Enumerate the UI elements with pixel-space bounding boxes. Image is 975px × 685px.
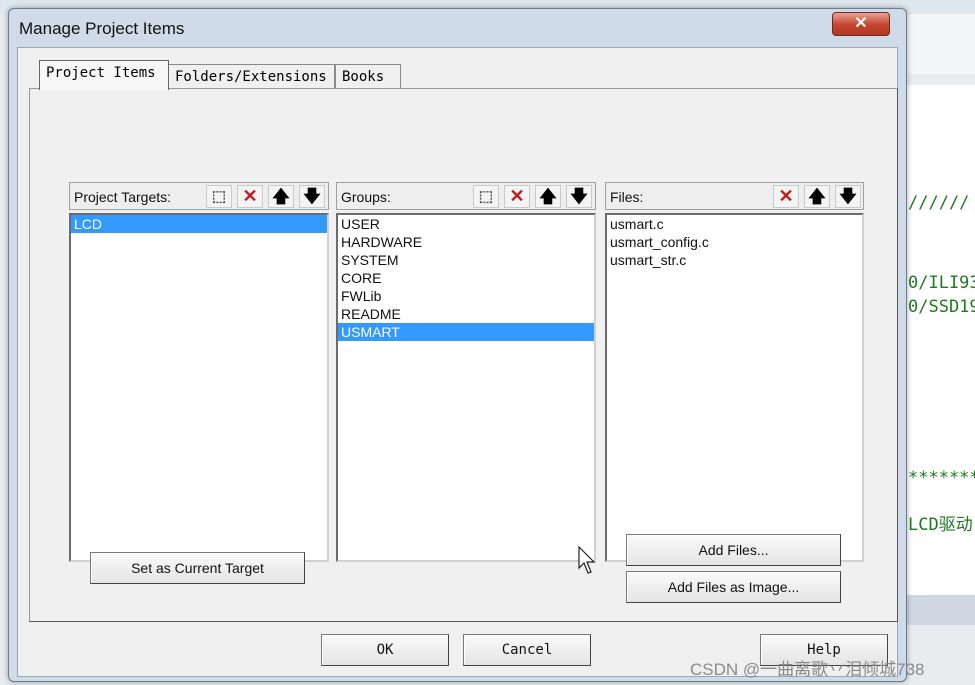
mouse-cursor-icon (578, 546, 596, 574)
files-list[interactable]: usmart.c usmart_config.c usmart_str.c (605, 213, 864, 562)
move-up-icon: 🡅 (272, 187, 290, 206)
code-line: ////// (908, 193, 970, 213)
groups-label: Groups: (341, 189, 391, 205)
new-target-button[interactable]: ⬚ (206, 185, 232, 208)
delete-group-button[interactable]: ✕ (504, 185, 530, 208)
project-targets-header: Project Targets: ⬚ ✕ 🡅 🡇 (69, 182, 329, 210)
tab-panel: Project Targets: ⬚ ✕ 🡅 🡇 LCD Groups: ⬚ ✕… (29, 88, 898, 622)
new-item-icon: ⬚ (211, 188, 227, 205)
watermark: CSDN @一曲离歌丷泪倾城738 (690, 660, 925, 679)
groups-header: Groups: ⬚ ✕ 🡅 🡇 (336, 182, 596, 210)
dialog-client-area: Project Items Folders/Extensions Books P… (17, 47, 898, 677)
delete-icon: ✕ (509, 186, 525, 206)
files-label: Files: (610, 189, 644, 205)
new-group-button[interactable]: ⬚ (473, 185, 499, 208)
tab-project-items[interactable]: Project Items (39, 60, 169, 90)
list-item[interactable]: USER (338, 215, 594, 233)
list-item[interactable]: usmart.c (607, 215, 862, 233)
move-up-icon: 🡅 (539, 187, 557, 206)
code-line: ******* (908, 468, 975, 488)
background-panel (905, 14, 975, 74)
tab-books[interactable]: Books (335, 64, 401, 88)
list-item[interactable]: USMART (338, 323, 594, 341)
ok-button[interactable]: OK (321, 634, 449, 666)
close-icon: ✕ (854, 15, 868, 32)
move-up-icon: 🡅 (808, 187, 826, 206)
list-item[interactable]: SYSTEM (338, 251, 594, 269)
project-targets-label: Project Targets: (74, 189, 172, 205)
move-group-up-button[interactable]: 🡅 (535, 185, 561, 208)
add-files-as-image-button[interactable]: Add Files as Image... (626, 571, 841, 603)
files-header: Files: ✕ 🡅 🡇 (605, 182, 864, 210)
move-target-down-button[interactable]: 🡇 (299, 185, 325, 208)
move-group-down-button[interactable]: 🡇 (566, 185, 592, 208)
move-down-icon: 🡇 (839, 187, 857, 206)
tab-folders-extensions[interactable]: Folders/Extensions (168, 64, 335, 88)
delete-target-button[interactable]: ✕ (237, 185, 263, 208)
delete-file-button[interactable]: ✕ (773, 185, 799, 208)
cancel-button[interactable]: Cancel (463, 634, 591, 666)
project-targets-list[interactable]: LCD (69, 213, 329, 562)
list-item[interactable]: HARDWARE (338, 233, 594, 251)
list-item[interactable]: LCD (71, 215, 327, 233)
dialog-title: Manage Project Items (19, 19, 185, 38)
groups-list[interactable]: USER HARDWARE SYSTEM CORE FWLib README U… (336, 213, 596, 562)
list-item[interactable]: CORE (338, 269, 594, 287)
manage-project-items-dialog: Manage Project Items ✕ Project Items Fol… (8, 8, 907, 682)
close-button[interactable]: ✕ (832, 12, 890, 36)
list-item[interactable]: usmart_config.c (607, 233, 862, 251)
move-file-up-button[interactable]: 🡅 (804, 185, 830, 208)
code-line: LCD驱动 (908, 515, 973, 535)
list-item[interactable]: FWLib (338, 287, 594, 305)
delete-icon: ✕ (242, 186, 258, 206)
move-down-icon: 🡇 (303, 187, 321, 206)
list-item[interactable]: README (338, 305, 594, 323)
new-item-icon: ⬚ (478, 188, 494, 205)
delete-icon: ✕ (778, 186, 794, 206)
list-item[interactable]: usmart_str.c (607, 251, 862, 269)
move-down-icon: 🡇 (570, 187, 588, 206)
code-line: 0/SSD19 (908, 297, 975, 317)
background-code-editor: ////// 0/ILI93 0/SSD19 ******* LCD驱动 (905, 85, 975, 595)
move-file-down-button[interactable]: 🡇 (835, 185, 861, 208)
move-target-up-button[interactable]: 🡅 (268, 185, 294, 208)
background-statusbar (905, 595, 975, 625)
add-files-button[interactable]: Add Files... (626, 534, 841, 566)
set-current-target-button[interactable]: Set as Current Target (90, 552, 305, 584)
code-line: 0/ILI93 (908, 273, 975, 293)
